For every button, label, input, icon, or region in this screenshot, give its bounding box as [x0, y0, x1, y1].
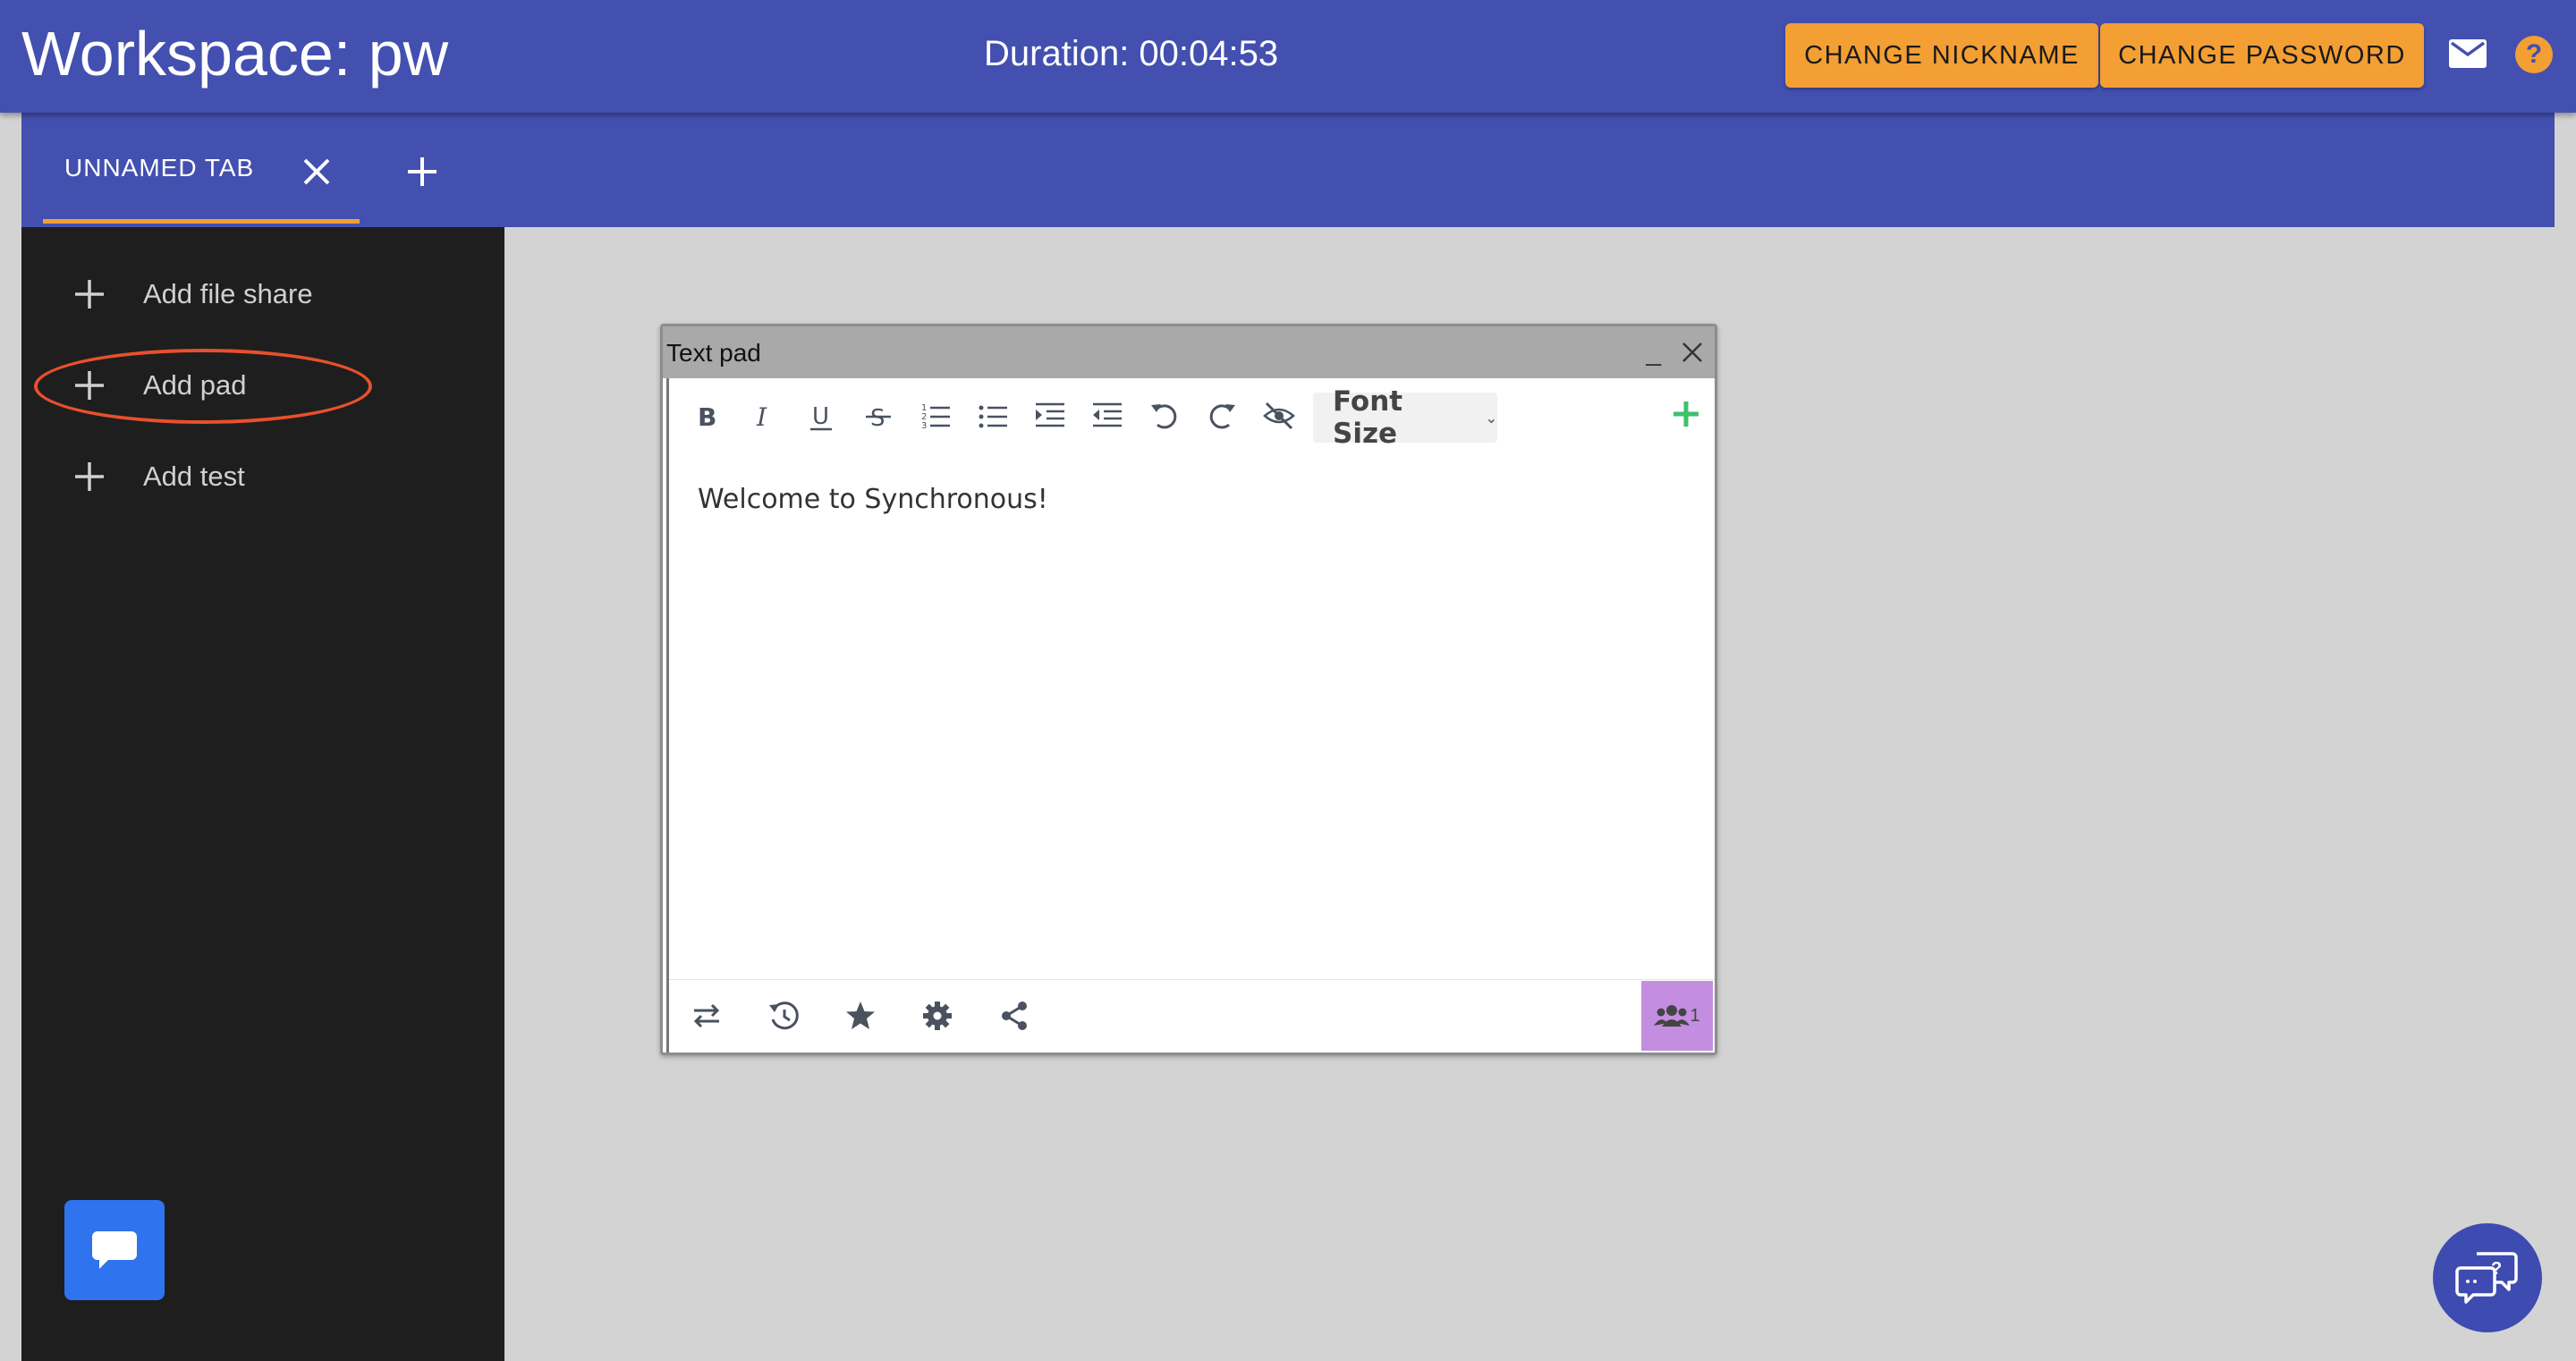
add-plus-icon[interactable]: [1670, 398, 1702, 430]
indent-icon[interactable]: [1034, 400, 1066, 432]
session-duration: Duration: 00:04:53: [984, 34, 1279, 73]
strikethrough-icon[interactable]: S: [862, 400, 894, 432]
font-size-select[interactable]: Font Size ⌄: [1313, 385, 1497, 450]
text-pad-window[interactable]: Text pad _ B I U S 123 Font Size ⌄ Welco…: [660, 324, 1717, 1055]
sidebar-item-label: Add file share: [143, 278, 313, 309]
tab-label: UNNAMED TAB: [64, 154, 255, 182]
users-icon: [1654, 1005, 1690, 1027]
svg-text:B: B: [698, 402, 716, 432]
ordered-list-icon[interactable]: 123: [919, 400, 952, 432]
pad-title: Text pad: [666, 339, 761, 367]
minimize-button[interactable]: _: [1646, 337, 1661, 368]
change-nickname-button[interactable]: CHANGE NICKNAME: [1785, 23, 2098, 88]
sidebar-item-label: Add test: [143, 461, 245, 492]
plus-icon: [75, 371, 104, 400]
timeslider-icon[interactable]: [767, 1000, 800, 1032]
mail-icon[interactable]: [2449, 39, 2487, 68]
help-icon[interactable]: ?: [2515, 36, 2553, 73]
italic-icon[interactable]: I: [748, 400, 780, 432]
close-icon[interactable]: [301, 156, 333, 188]
unordered-list-icon[interactable]: [977, 400, 1009, 432]
bold-icon[interactable]: B: [691, 400, 723, 432]
help-chat-icon: ?: [2455, 1252, 2518, 1304]
settings-icon[interactable]: [921, 1000, 953, 1032]
sidebar: Add file share Add pad Add test: [21, 227, 504, 1361]
chat-button[interactable]: [64, 1200, 165, 1300]
chat-icon: [92, 1231, 137, 1269]
import-export-icon[interactable]: [691, 1000, 723, 1032]
add-tab-icon[interactable]: [404, 154, 440, 190]
users-badge[interactable]: 1: [1641, 981, 1713, 1051]
sidebar-item-add-file-share[interactable]: Add file share: [73, 272, 313, 317]
chevron-down-icon: ⌄: [1485, 409, 1497, 427]
close-icon[interactable]: [1679, 339, 1706, 366]
svg-text:U: U: [812, 403, 829, 430]
sidebar-item-label: Add pad: [143, 369, 247, 401]
font-size-label: Font Size: [1333, 385, 1403, 450]
support-chat-button[interactable]: ?: [2433, 1223, 2542, 1332]
outdent-icon[interactable]: [1091, 400, 1123, 432]
editor-bottombar: 1: [669, 979, 1715, 1052]
redo-icon[interactable]: [1206, 400, 1238, 432]
share-icon[interactable]: [998, 1000, 1030, 1032]
pad-titlebar[interactable]: Text pad _: [663, 326, 1715, 378]
svg-text:S: S: [870, 405, 886, 432]
svg-text:I: I: [756, 402, 767, 432]
tab-bar: UNNAMED TAB: [21, 113, 2555, 227]
pad-editor[interactable]: B I U S 123 Font Size ⌄ Welcome to Synch…: [666, 378, 1715, 1052]
change-password-button[interactable]: CHANGE PASSWORD: [2100, 23, 2424, 88]
pad-content[interactable]: Welcome to Synchronous!: [698, 484, 1048, 515]
app-header: Workspace: pw Duration: 00:04:53 CHANGE …: [0, 0, 2576, 113]
hide-icon[interactable]: [1263, 400, 1295, 432]
sidebar-item-add-test[interactable]: Add test: [73, 454, 245, 499]
star-icon[interactable]: [844, 1000, 877, 1032]
workspace-title: Workspace: pw: [21, 19, 449, 89]
user-count: 1: [1690, 1005, 1700, 1026]
plus-icon: [75, 280, 104, 309]
tab-unnamed[interactable]: UNNAMED TAB: [43, 113, 360, 224]
svg-text:3: 3: [921, 421, 927, 431]
sidebar-item-add-pad[interactable]: Add pad: [73, 363, 247, 408]
underline-icon[interactable]: U: [805, 400, 837, 432]
editor-toolbar: B I U S 123 Font Size ⌄: [669, 378, 1715, 450]
plus-icon: [75, 462, 104, 491]
undo-icon[interactable]: [1148, 400, 1181, 432]
